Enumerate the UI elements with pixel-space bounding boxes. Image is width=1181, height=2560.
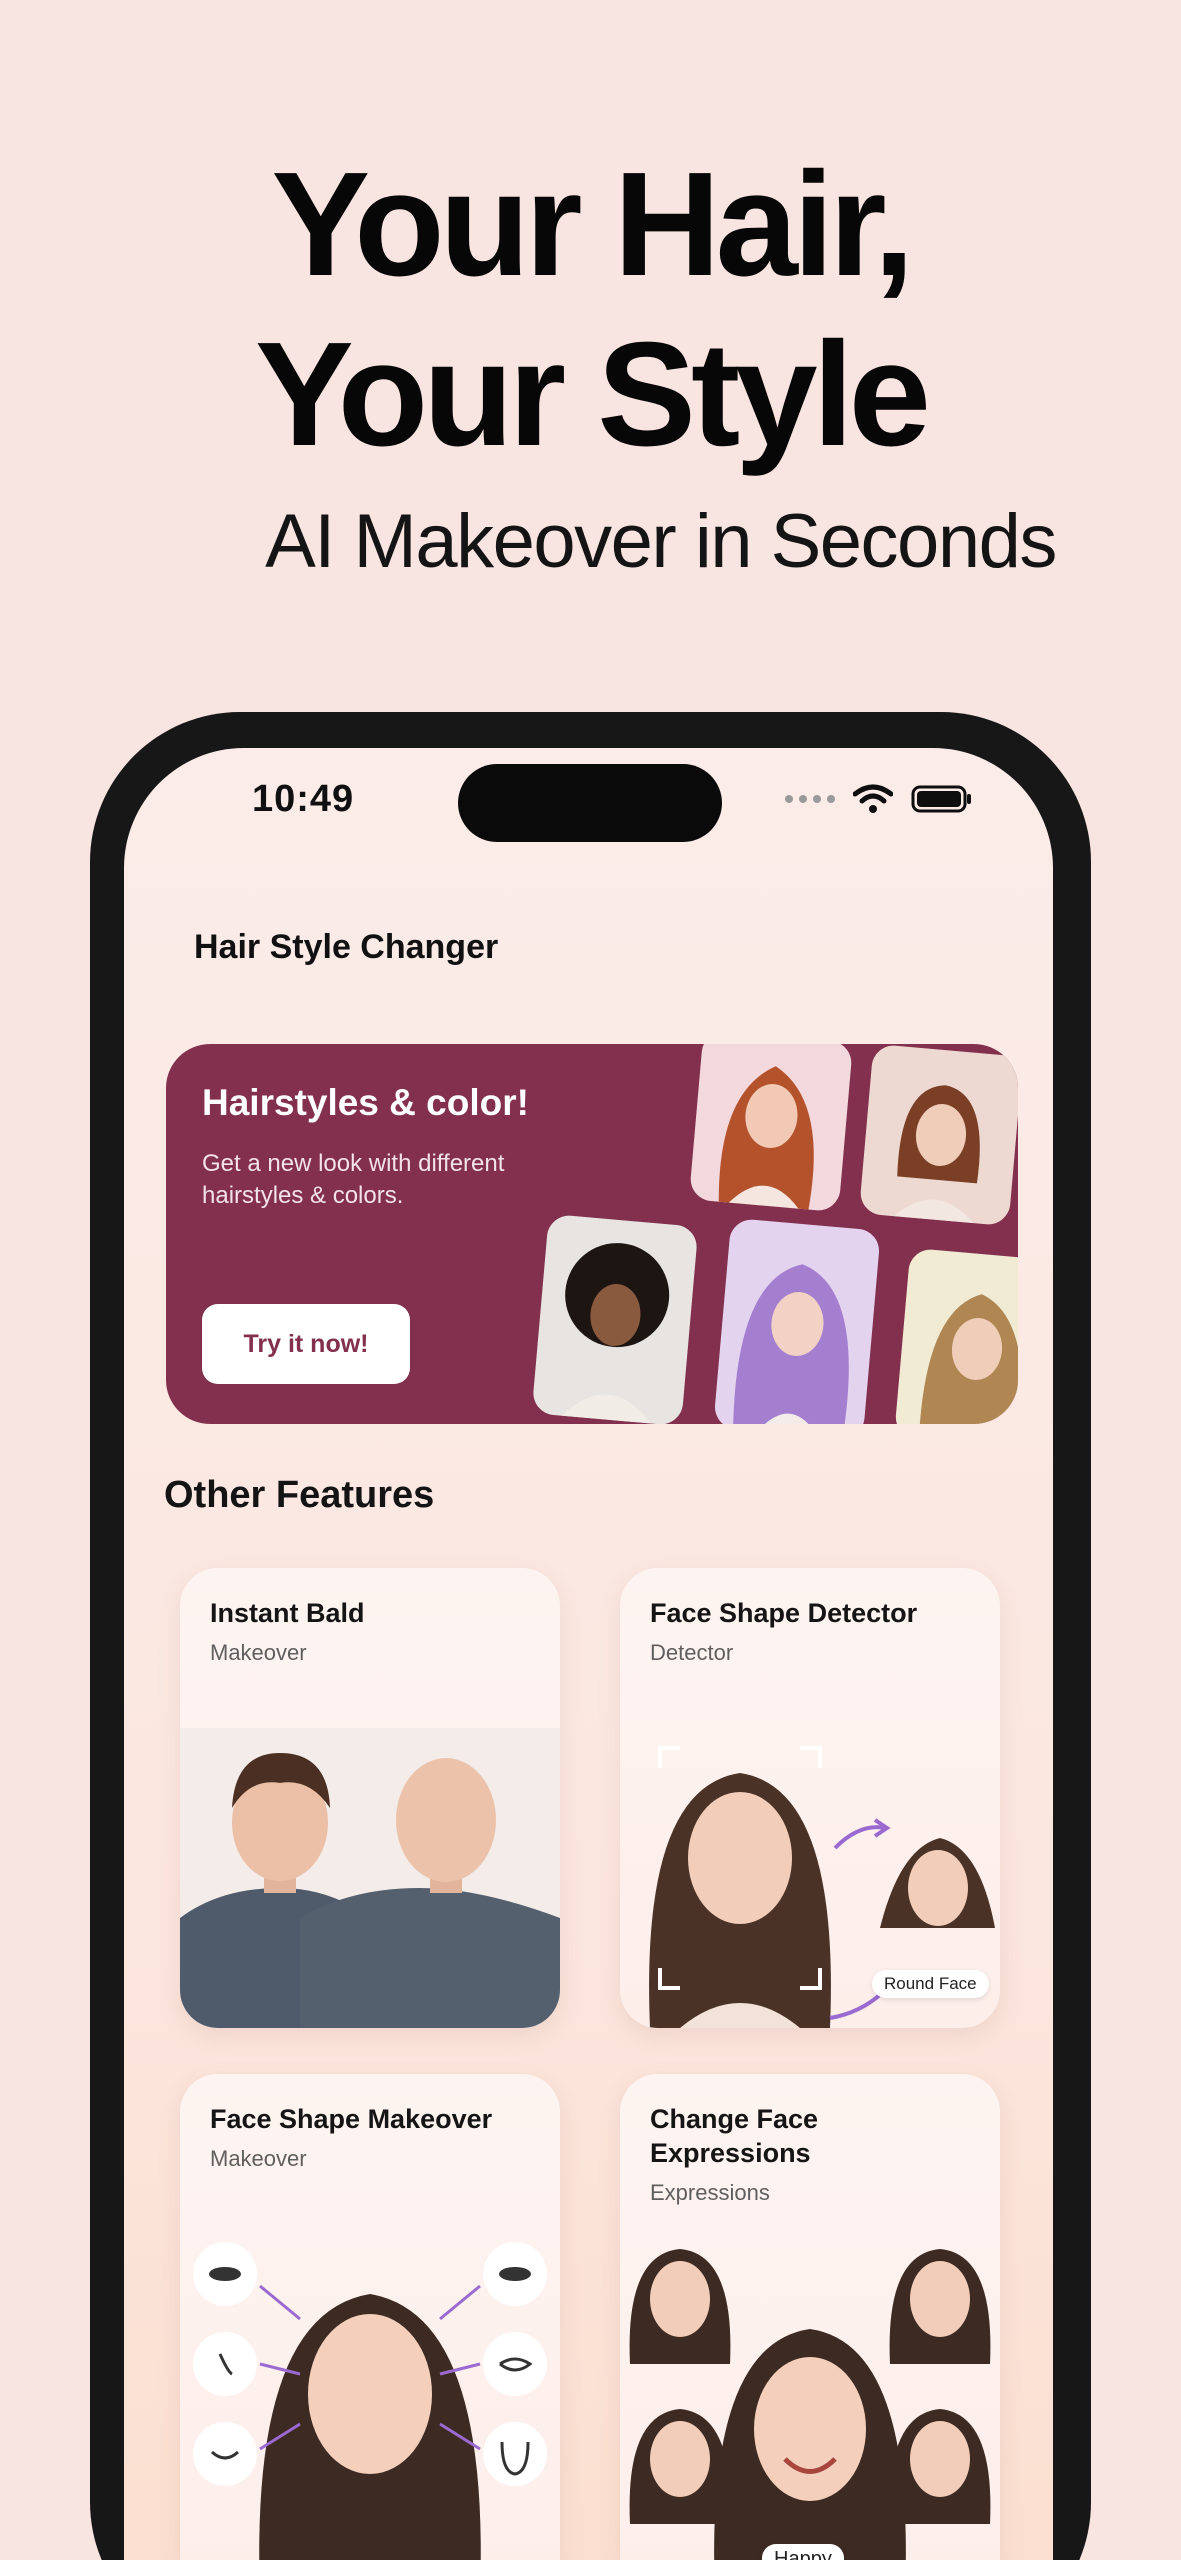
feature-card-instant-bald[interactable]: Instant Bald Makeover — [180, 1568, 560, 2028]
wifi-icon — [853, 784, 893, 814]
status-time: 10:49 — [252, 778, 355, 820]
hero-subtitle: AI Makeover in Seconds — [265, 499, 1057, 584]
banner-title: Hairstyles & color! — [202, 1082, 529, 1123]
signal-icon — [785, 795, 835, 803]
card-title: Instant Bald — [210, 1598, 365, 1628]
hero-title: Your Hair, Your Style — [0, 140, 1181, 480]
hero-title-line-2: Your Style — [255, 312, 931, 477]
hairstyle-thumbnail-lavender — [713, 1217, 881, 1424]
face-shape-result-badge: Round Face — [872, 1970, 989, 1998]
other-features-title: Other Features — [164, 1474, 435, 1516]
face-makeover-illustration — [193, 2242, 547, 2560]
phone-screen: 10:49 Hair Style Changer Hairstyles & co… — [124, 748, 1053, 2560]
card-title: Change Face Expressions — [650, 2104, 819, 2168]
banner-description: Get a new look with different hairstyles… — [202, 1150, 505, 1209]
card-subtitle: Detector — [650, 1640, 734, 1665]
hairstyle-thumbnail-auburn — [688, 1044, 854, 1213]
card-title: Face Shape Makeover — [210, 2104, 493, 2134]
card-subtitle: Makeover — [210, 1640, 307, 1665]
try-it-now-button[interactable]: Try it now! — [202, 1304, 410, 1384]
card-subtitle: Makeover — [210, 2146, 307, 2171]
battery-icon — [911, 784, 973, 814]
hairstyle-thumbnail-bob — [858, 1044, 1018, 1227]
card-title: Face Shape Detector — [650, 1598, 918, 1628]
face-expressions-illustration — [629, 2249, 991, 2560]
feature-card-face-shape-detector[interactable]: Face Shape Detector Detector Round Face — [620, 1568, 1000, 2028]
feature-card-face-shape-makeover[interactable]: Face Shape Makeover Makeover — [180, 2074, 560, 2560]
hairstyle-thumbnail-curly — [531, 1213, 699, 1424]
bald-before-after-illustration — [180, 1728, 560, 2028]
hairstyle-thumbnail-blonde — [894, 1247, 1018, 1424]
feature-card-change-face-expressions[interactable]: Change Face Expressions Expressions Happ… — [620, 2074, 1000, 2560]
status-icons — [785, 784, 973, 814]
expression-label-badge: Happy — [762, 2544, 844, 2560]
hairstyles-banner[interactable]: Hairstyles & color! Get a new look with … — [166, 1044, 1018, 1424]
card-subtitle: Expressions — [650, 2180, 770, 2205]
dynamic-island — [458, 764, 722, 842]
hero-title-line-1: Your Hair, — [271, 142, 914, 307]
app-title: Hair Style Changer — [194, 928, 499, 966]
